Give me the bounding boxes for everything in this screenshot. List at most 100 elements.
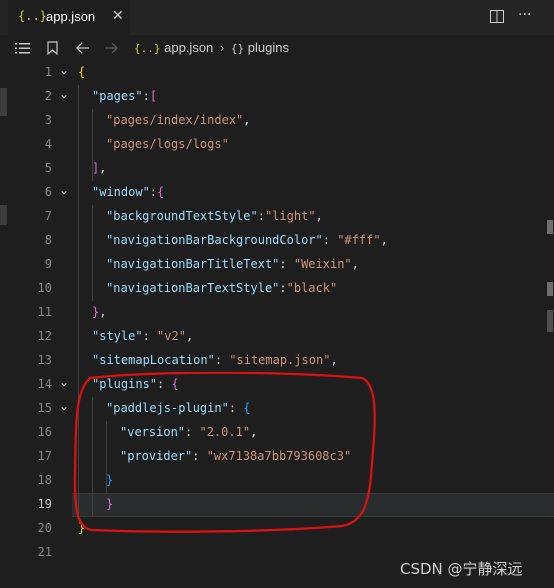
line-number: 3 — [44, 113, 52, 127]
code-token: "pages/logs/logs" — [106, 137, 229, 151]
code-token: "sitemapLocation" — [92, 353, 215, 367]
line-number: 13 — [37, 353, 52, 367]
code-line[interactable]: 7 "backgroundTextStyle":"light", — [0, 205, 554, 229]
code-token: : — [142, 89, 150, 103]
object-braces-icon: {} — [230, 42, 245, 55]
code-token: : — [322, 233, 338, 247]
code-line[interactable]: 12 "style": "v2", — [0, 325, 554, 349]
back-arrow-icon[interactable] — [76, 42, 90, 54]
code-line[interactable]: 5], — [0, 157, 554, 181]
code-token: "light" — [264, 209, 316, 223]
code-token: , — [380, 233, 388, 247]
json-braces-icon: {..} — [18, 9, 47, 23]
indent-guide — [92, 109, 93, 181]
code-line[interactable]: 10 "navigationBarTextStyle":"black" — [0, 277, 554, 301]
code-text: "backgroundTextStyle":"light", — [106, 209, 323, 223]
code-token: "sitemap.json" — [229, 353, 331, 367]
code-token: "navigationBarTitleText" — [106, 257, 280, 271]
indent-guide — [92, 205, 93, 301]
code-text: ], — [92, 161, 106, 175]
code-token: , — [351, 257, 359, 271]
code-line[interactable]: 8 "navigationBarBackgroundColor": "#fff", — [0, 229, 554, 253]
tab-app-json[interactable]: {..} app.json ✕ — [8, 0, 130, 35]
code-token: , — [99, 161, 107, 175]
chevron-down-icon[interactable]: ⌄ — [59, 183, 69, 197]
code-text: { — [78, 65, 85, 79]
code-token: , — [315, 209, 323, 223]
close-icon[interactable]: ✕ — [112, 8, 124, 24]
scrollbar-marker — [547, 220, 553, 234]
code-line[interactable]: 6 ⌄ "window":{ — [0, 181, 554, 205]
line-number: 21 — [37, 545, 52, 559]
code-text: }, — [92, 305, 106, 319]
code-token: "navigationBarTextStyle" — [106, 281, 280, 295]
scrollbar-marker — [547, 310, 553, 332]
chevron-down-icon[interactable]: ⌄ — [59, 399, 69, 413]
more-actions-icon[interactable]: ··· — [518, 7, 531, 23]
code-text: "pages":[ — [92, 89, 157, 103]
line-number: 11 — [37, 305, 52, 319]
annotation-highlight — [73, 372, 376, 533]
code-token: [ — [149, 89, 158, 103]
line-number: 2 — [44, 89, 52, 103]
code-token: , — [243, 113, 251, 127]
code-token: "#fff" — [337, 233, 381, 247]
code-token: "pages/index/index" — [106, 113, 244, 127]
code-line[interactable]: 2 ⌄ "pages":[ — [0, 85, 554, 109]
forward-arrow-icon[interactable] — [104, 42, 118, 54]
code-token: : — [142, 329, 158, 343]
line-number: 9 — [44, 257, 52, 271]
tab-bar: {..} app.json ✕ ··· — [0, 0, 554, 35]
bookmark-icon[interactable] — [47, 41, 58, 55]
code-token: "v2" — [157, 329, 186, 343]
split-editor-icon[interactable] — [490, 10, 504, 23]
code-token: : — [214, 353, 230, 367]
code-token: , — [99, 305, 107, 319]
code-line[interactable]: 1 ⌄ { — [0, 61, 554, 85]
code-token: : — [149, 185, 158, 199]
json-braces-icon: {..} — [134, 42, 161, 55]
scrollbar-marker — [547, 282, 553, 296]
code-token: { — [157, 185, 165, 199]
chevron-down-icon[interactable]: ⌄ — [59, 87, 69, 101]
code-text: "window":{ — [92, 185, 164, 199]
line-number: 14 — [37, 377, 52, 391]
code-text: "pages/logs/logs" — [106, 137, 229, 151]
list-icon[interactable] — [15, 43, 30, 54]
line-number: 20 — [37, 521, 52, 535]
code-line[interactable]: 4 "pages/logs/logs" — [0, 133, 554, 157]
breadcrumb-symbol[interactable]: plugins — [248, 40, 289, 55]
line-number: 7 — [44, 209, 52, 223]
line-number: 15 — [37, 401, 52, 415]
code-text: "sitemapLocation": "sitemap.json", — [92, 353, 338, 367]
code-text: "navigationBarTitleText": "Weixin", — [106, 257, 359, 271]
code-line[interactable]: 11}, — [0, 301, 554, 325]
code-token: "Weixin" — [293, 257, 352, 271]
line-number: 10 — [37, 281, 52, 295]
code-text: "navigationBarTextStyle":"black" — [106, 281, 337, 295]
tab-label: app.json — [46, 9, 96, 24]
code-token: "pages" — [92, 89, 143, 103]
chevron-down-icon[interactable]: ⌄ — [59, 63, 69, 77]
code-text: "pages/index/index", — [106, 113, 251, 127]
line-number: 19 — [37, 497, 52, 511]
chevron-down-icon[interactable]: ⌄ — [59, 375, 69, 389]
breadcrumb: {..} app.json › {} plugins — [134, 40, 289, 55]
line-number: 17 — [37, 449, 52, 463]
breadcrumb-file[interactable]: app.json — [164, 40, 213, 55]
code-line[interactable]: 13 "sitemapLocation": "sitemap.json", — [0, 349, 554, 373]
code-token: "window" — [92, 185, 150, 199]
line-number: 18 — [37, 473, 52, 487]
code-token: , — [185, 329, 194, 343]
line-number: 12 — [37, 329, 52, 343]
line-number: 6 — [44, 185, 52, 199]
code-token: "navigationBarBackgroundColor" — [106, 233, 323, 247]
code-text: "navigationBarBackgroundColor": "#fff", — [106, 233, 388, 247]
code-token: , — [330, 353, 338, 367]
code-line[interactable]: 9 "navigationBarTitleText": "Weixin", — [0, 253, 554, 277]
code-token: "backgroundTextStyle" — [106, 209, 258, 223]
code-text: "style": "v2", — [92, 329, 193, 343]
line-number: 1 — [44, 65, 52, 79]
code-line[interactable]: 3 "pages/index/index", — [0, 109, 554, 133]
line-number: 5 — [44, 161, 52, 175]
